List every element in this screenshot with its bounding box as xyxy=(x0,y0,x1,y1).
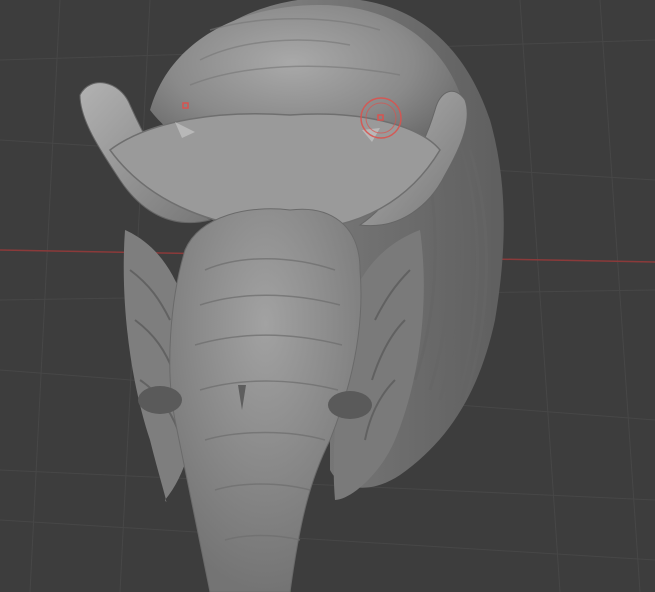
3d-viewport[interactable] xyxy=(0,0,655,592)
left-eye-socket xyxy=(138,386,182,414)
sculpt-mesh[interactable] xyxy=(79,0,504,592)
viewport-canvas[interactable] xyxy=(0,0,655,592)
right-eye-socket xyxy=(328,391,372,419)
